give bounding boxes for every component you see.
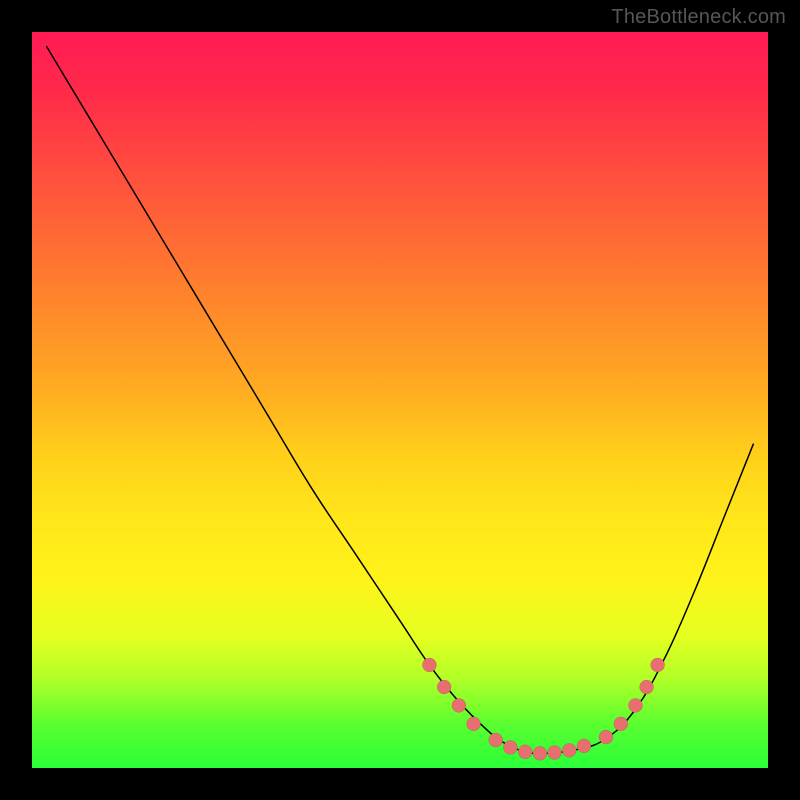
bottleneck-curve-line bbox=[47, 47, 754, 754]
chart-stage: TheBottleneck.com bbox=[0, 0, 800, 800]
chart-svg bbox=[32, 32, 768, 768]
data-marker bbox=[489, 733, 503, 747]
data-marker bbox=[651, 658, 665, 672]
data-marker bbox=[562, 743, 576, 757]
plot-area bbox=[32, 32, 768, 768]
data-marker bbox=[533, 746, 547, 760]
watermark-text: TheBottleneck.com bbox=[611, 6, 786, 29]
data-marker bbox=[503, 740, 517, 754]
data-marker bbox=[599, 730, 613, 744]
marker-group bbox=[422, 658, 664, 760]
data-marker bbox=[629, 698, 643, 712]
data-marker bbox=[577, 739, 591, 753]
data-marker bbox=[422, 658, 436, 672]
data-marker bbox=[452, 698, 466, 712]
data-marker bbox=[640, 680, 654, 694]
data-marker bbox=[614, 717, 628, 731]
data-marker bbox=[518, 745, 532, 759]
data-marker bbox=[548, 746, 562, 760]
data-marker bbox=[467, 717, 481, 731]
data-marker bbox=[437, 680, 451, 694]
